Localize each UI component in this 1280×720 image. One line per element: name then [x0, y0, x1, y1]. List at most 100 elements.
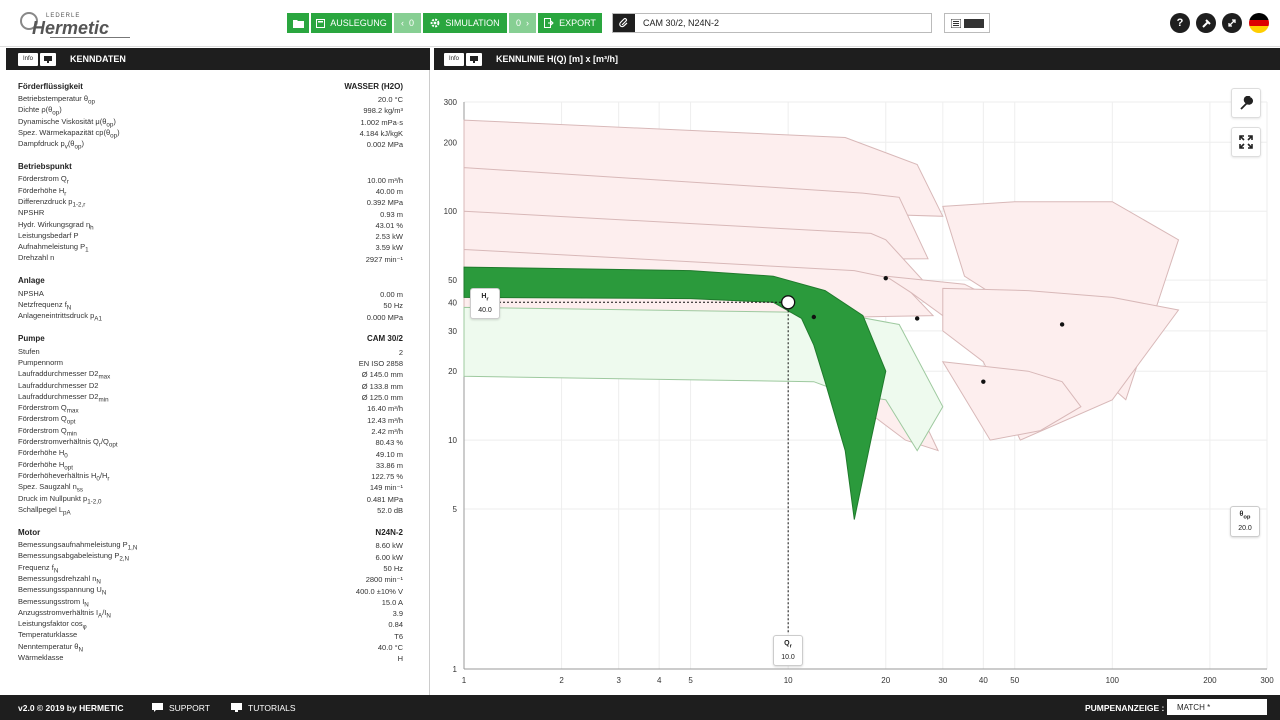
row-label-sub: φ [82, 623, 87, 631]
row-label-part: Förderstrom Q [18, 425, 67, 435]
simulation-count[interactable]: 0 › [509, 13, 537, 33]
row-label-part: Bemessungsaufnahmeleistung P [18, 540, 128, 550]
x-tick-label: 100 [1106, 676, 1120, 685]
row-label-part: Leistungsfaktor cos [18, 619, 83, 629]
row-value: 12.43 m³/h [367, 415, 403, 425]
auslegung-button[interactable]: AUSLEGUNG [311, 13, 393, 33]
row-value: 0.481 MPa [366, 494, 403, 504]
open-project-button[interactable] [287, 13, 310, 33]
help-button[interactable]: ? [1170, 13, 1190, 33]
row-label-sub: 1 [85, 246, 89, 254]
auslegung-count[interactable]: ‹ 0 [394, 13, 422, 33]
section-2: Anlage NPSHA 0.00 m Netzfrequenz fN 50 Hz Anl… [18, 275, 403, 323]
row-label-part: Laufraddurchmesser D2 [18, 391, 99, 401]
y-tick-label: 30 [448, 327, 457, 336]
curve-marker [914, 316, 920, 321]
folder-icon [292, 19, 304, 28]
expand-button[interactable] [1222, 13, 1242, 33]
row-label: Frequenz fN [18, 563, 58, 575]
row-label-part: Bemessungsspannung U [18, 585, 102, 595]
section-title: Förderflüssigkeit WASSER (H2O) [18, 80, 403, 92]
chart-svg[interactable]: 1 5 10 20 30 40 50 100 200 300 1 2 3 4 5 10 20 30 40 50 100 2… [434, 70, 1280, 695]
row-label: Förderhöhe Hr [18, 186, 66, 198]
expand-icon [1228, 19, 1236, 27]
row-label-part: NPSHA [18, 288, 44, 298]
y-tick-label: 300 [444, 98, 458, 107]
section-title: Anlage [18, 275, 403, 287]
tag-q-sub: r [789, 643, 792, 650]
info-chip-label: Info [22, 56, 33, 62]
kennlinie-header: Info KENNLINIE H(Q) [m] x [m³/h] [434, 48, 1280, 70]
kenndaten-row: Aufnahmeleistung P1 3.59 kW [18, 242, 403, 254]
tag-q-label: Qr [774, 638, 802, 652]
row-label: Förderhöhe Hopt [18, 460, 73, 472]
project-name-field[interactable]: CAM 30/2, N24N-2 [612, 13, 932, 33]
curve-marker [811, 314, 817, 320]
section-value: N24N-2 [375, 527, 403, 537]
row-value: Ø 145.0 mm [361, 370, 403, 380]
pump-display-select[interactable]: MATCH * [1167, 699, 1267, 715]
row-label: Laufraddurchmesser D2 [18, 381, 98, 393]
german-flag-icon[interactable] [1249, 13, 1269, 33]
list-view-button[interactable] [944, 13, 990, 33]
kenndaten-row: Bemessungsspannung UN 400.0 ±10% V [18, 585, 403, 597]
tutorials-link[interactable]: TUTORIALS [231, 703, 296, 713]
top-bar: LEDERLE Hermetic AUSLEGUNG ‹ 0 SIMULATION… [0, 0, 1280, 47]
row-label: Bemessungsstrom IN [18, 597, 89, 609]
curve-marker [981, 379, 986, 384]
row-value: 52.0 dB [377, 506, 403, 516]
row-label-part: Frequenz f [18, 562, 54, 572]
row-label-sub: opt [108, 441, 118, 449]
row-value: 15.0 A [381, 597, 403, 607]
support-link[interactable]: SUPPORT [152, 703, 210, 713]
monitor-icon [231, 703, 242, 712]
chart-fullscreen-button[interactable] [1231, 127, 1261, 157]
section-4: Motor N24N-2 Bemessungsaufnahmeleistung P1… [18, 526, 403, 664]
row-label-part: Förderhöhe H [18, 459, 65, 469]
row-label: Temperaturklasse [18, 630, 77, 642]
row-label: Stufen [18, 347, 40, 359]
row-label-part: ) [59, 105, 62, 115]
panel-icon [963, 18, 984, 28]
x-tick-label: 40 [979, 676, 988, 685]
simulation-button[interactable]: SIMULATION [423, 13, 508, 33]
info-chip[interactable]: Info [18, 52, 38, 66]
chart-info-chip[interactable]: Info [444, 52, 464, 66]
row-label-part: Förderstrom Q [18, 414, 67, 424]
chart-settings-button[interactable] [1231, 88, 1261, 118]
y-tick-label: 40 [448, 298, 457, 307]
row-label-part: Leistungsbedarf P [18, 230, 79, 240]
kenndaten-row: Förderhöhe Hopt 33.86 m [18, 460, 403, 472]
copyright: v2.0 © 2019 by HERMETIC [18, 703, 123, 713]
kenndaten-row: Temperaturklasse T6 [18, 630, 403, 642]
row-label-sub: min [98, 396, 109, 404]
row-label: Leistungsbedarf P [18, 231, 78, 243]
row-label: Förderstrom Qr [18, 174, 69, 186]
kennlinie-chart[interactable]: 1 5 10 20 30 40 50 100 200 300 1 2 3 4 5 10 20 30 40 50 100 2… [434, 70, 1280, 695]
row-label-part: ) [117, 127, 120, 137]
section-title-text: Betriebspunkt [18, 161, 72, 171]
monitor-chip[interactable] [40, 52, 56, 66]
section-title-text: Anlage [18, 276, 45, 286]
export-button[interactable]: EXPORT [538, 13, 603, 33]
chart-monitor-chip[interactable] [466, 52, 482, 66]
row-value: EN ISO 2858 [358, 359, 403, 369]
kenndaten-sections: Förderflüssigkeit WASSER (H2O) Betriebstem… [18, 80, 403, 674]
kenndaten-row: Förderhöhe Hr 40.00 m [18, 186, 403, 198]
operating-head-tag: Hr 40.0 [470, 288, 500, 320]
row-label-part: ) [81, 139, 84, 149]
kenndaten-row: Wärmeklasse H [18, 653, 403, 664]
x-tick-label: 4 [657, 676, 662, 685]
row-label: Dampfdruck pv(θop) [18, 139, 84, 151]
pump-display-label-text: PUMPENANZEIGE : [1085, 702, 1165, 713]
support-label: SUPPORT [169, 702, 210, 713]
x-tick-label: 200 [1203, 676, 1217, 685]
kenndaten-row: Laufraddurchmesser D2max Ø 145.0 mm [18, 369, 403, 381]
row-label-part: Spez. Wärmekapazität cp(θ [18, 127, 111, 137]
row-value: 0.93 m [380, 209, 403, 219]
tools-button[interactable] [1196, 13, 1216, 33]
x-tick-label: 1 [462, 676, 467, 685]
row-label: Hydr. Wirkungsgrad ηh [18, 220, 94, 232]
row-value: T6 [394, 631, 403, 641]
row-label-part: Förderhöheverhältnis H [18, 470, 97, 480]
